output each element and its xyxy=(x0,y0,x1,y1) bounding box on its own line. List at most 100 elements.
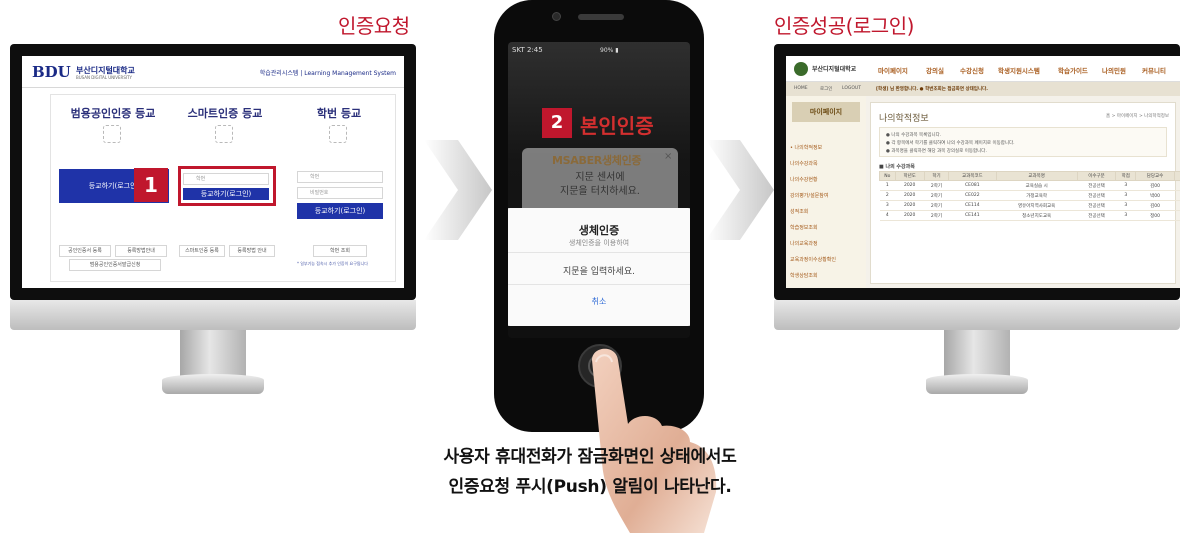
cell[interactable]: 교육실습 시 xyxy=(996,180,1078,191)
request-title: 인증요청 xyxy=(338,14,410,38)
phone-lock-screen: SKT 2:45 90% ▮ 2 본인인증 MSABER생체인증 × 지문 센서… xyxy=(508,42,690,338)
menu-student-support[interactable]: 학생지원시스템 xyxy=(998,65,1040,75)
menu-mypage[interactable]: 마이페이지 xyxy=(878,65,908,75)
col-code: 교과목코드 xyxy=(948,171,997,181)
password-input[interactable]: 비밀번호 xyxy=(297,187,383,199)
login-header: BDU 부산디지털대학교 BUSAN DIGITAL UNIVERSITY 학습… xyxy=(22,56,404,88)
caption-line-1: 사용자 휴대전화가 잠금화면인 상태에서도 xyxy=(443,447,737,467)
id-lookup-link[interactable]: 학번 조회 xyxy=(313,245,367,257)
close-icon[interactable]: × xyxy=(664,151,672,162)
cell: CE022 xyxy=(948,190,996,201)
table-header-row: No 학년도 학기 교과목코드 교과목명 이수구분 학점 담당교수 비고 xyxy=(879,171,1180,181)
left-monitor: BDU 부산디지털대학교 BUSAN DIGITAL UNIVERSITY 학습… xyxy=(10,44,416,414)
menu-registration[interactable]: 수강신청 xyxy=(960,65,984,75)
col-no: No xyxy=(879,171,896,181)
cell[interactable]: 청소년지도교육 xyxy=(996,210,1078,221)
smart-register-link[interactable]: 스마트인증 등록 xyxy=(179,245,225,257)
col-credit: 학점 xyxy=(1115,171,1137,181)
table-row[interactable]: 1 2020 2학기 CE081 교육실습 시 전공선택 3 김00 xyxy=(879,180,1180,191)
id-card-icon xyxy=(329,125,347,143)
cell: 전공선택 xyxy=(1077,210,1116,221)
certificate-icon xyxy=(103,125,121,143)
sidebar-item[interactable]: 나의수강과목 xyxy=(790,160,818,167)
table-row[interactable]: 3 2020 2학기 CE114 영유아지역사회교육 전공선택 3 김00 xyxy=(879,200,1180,211)
logout-link[interactable]: LOGOUT xyxy=(842,86,861,91)
cell: CE114 xyxy=(948,200,996,211)
sidebar-item[interactable]: 학생상담조회 xyxy=(790,272,818,279)
finger-illustration xyxy=(592,348,717,533)
dashboard-sidebar: 마이페이지 • 나의학적정보 나의수강과목 나의수강현황 강의평가/설문참여 성… xyxy=(786,96,866,288)
cert-apply-link[interactable]: 범용공인인증서발급신청 xyxy=(69,259,161,271)
login-link[interactable]: 로그인 xyxy=(820,86,832,92)
right-monitor: 부산디지털대학교 마이페이지 강의실 수강신청 학생지원시스템 학습가이드 나의… xyxy=(774,44,1180,414)
battery-status: 90% ▮ xyxy=(600,47,619,54)
breadcrumb: 홈 > 마이페이지 > 나의학적정보 xyxy=(1106,114,1169,119)
biometric-cancel-button[interactable]: 취소 xyxy=(508,296,690,307)
col-note: 비고 xyxy=(1173,171,1180,181)
sidebar-item[interactable]: 나의수강현황 xyxy=(790,176,818,183)
id-login-title: 학번 등교 xyxy=(316,107,362,120)
cell[interactable]: 가정교육학 xyxy=(996,190,1078,201)
smart-guide-link[interactable]: 등록방법 안내 xyxy=(229,245,275,257)
sidebar-item[interactable]: • 나의학적정보 xyxy=(790,144,822,151)
table-row[interactable]: 4 2020 2학기 CE141 청소년지도교육 전공선택 3 정00 xyxy=(879,210,1180,221)
identity-auth-label: 본인인증 xyxy=(580,114,654,138)
biometric-prompt: 지문을 입력하세요. xyxy=(563,267,635,277)
smartphone-icon xyxy=(215,125,233,143)
step-2-badge: 2 xyxy=(542,108,572,138)
cell xyxy=(1174,190,1180,201)
cell: 4 xyxy=(879,210,896,221)
msaber-line-2: 지문을 터치하세요. xyxy=(560,186,640,197)
cell: 3 xyxy=(1115,190,1136,201)
dashboard-screen: 부산디지털대학교 마이페이지 강의실 수강신청 학생지원시스템 학습가이드 나의… xyxy=(786,56,1180,288)
welcome-alert: [학생] 님 환영합니다. ● 학번조회는 접금화면 상태입니다. xyxy=(876,87,988,92)
cell: CE141 xyxy=(948,210,996,221)
col-course: 교과목명 xyxy=(995,171,1078,181)
university-emblem-icon xyxy=(794,62,808,76)
cell: CE081 xyxy=(948,180,996,191)
col-term: 학기 xyxy=(923,171,950,181)
bdu-logo: BDU xyxy=(32,63,71,81)
menu-community[interactable]: 커뮤니티 xyxy=(1142,65,1166,75)
id-login-button[interactable]: 등교하기(로그인) xyxy=(297,203,383,219)
cell xyxy=(1174,210,1180,221)
biometric-title: 생체인증 xyxy=(578,224,620,237)
arrow-right-icon-2 xyxy=(706,140,774,240)
sidebar-item[interactable]: 교육과정이수상황확인 xyxy=(790,256,836,263)
courses-table: No 학년도 학기 교과목코드 교과목명 이수구분 학점 담당교수 비고 1 2 xyxy=(879,171,1180,221)
sidebar-item[interactable]: 강의평가/설문참여 xyxy=(790,192,829,199)
col-professor: 담당교수 xyxy=(1135,171,1175,181)
dashboard-logo-text: 부산디지털대학교 xyxy=(812,66,857,73)
dashboard-content: 나의학적정보 홈 > 마이페이지 > 나의학적정보 ● 나의 수강과목 목록입니… xyxy=(870,102,1180,284)
col-year: 학년도 xyxy=(894,171,925,181)
cell[interactable]: 영유아지역사회교육 xyxy=(996,200,1078,211)
notice-box: ● 나의 수강과목 목록입니다. ● 각 항목에서 학기를 클릭하여 나의 수강… xyxy=(879,127,1167,157)
home-link[interactable]: HOME xyxy=(794,86,808,91)
cert-guide-link[interactable]: 등록방법안내 xyxy=(115,245,167,257)
cell: 2020 xyxy=(895,180,925,191)
msaber-line-1: 지문 센서에 xyxy=(575,172,625,183)
menu-my-requests[interactable]: 나의민원 xyxy=(1102,65,1126,75)
cell: 2학기 xyxy=(924,190,949,201)
front-camera-icon xyxy=(552,12,561,21)
step-1-badge: 1 xyxy=(134,168,168,202)
arrow-right-icon xyxy=(424,140,492,240)
cell: 1 xyxy=(879,180,896,191)
sidebar-item[interactable]: 학습정보조회 xyxy=(790,224,818,231)
sidebar-item[interactable]: 성적조회 xyxy=(790,208,808,215)
cell: 2학기 xyxy=(924,180,949,191)
success-title: 인증성공(로그인) xyxy=(774,14,914,38)
caption-line-2: 인증요청 푸시(Push) 알림이 나타난다. xyxy=(448,477,732,497)
smart-auth-highlight xyxy=(178,166,276,206)
cell: 전공선택 xyxy=(1077,180,1116,191)
cert-register-link[interactable]: 공인인증서 등록 xyxy=(59,245,111,257)
col-type: 이수구분 xyxy=(1076,171,1117,181)
sidebar-item[interactable]: 나의교육과정 xyxy=(790,240,818,247)
notice-line: ● 나의 수강과목 목록입니다. xyxy=(886,133,942,138)
menu-learning-guide[interactable]: 학습가이드 xyxy=(1058,65,1088,75)
menu-classroom[interactable]: 강의실 xyxy=(926,65,944,75)
cell: 2학기 xyxy=(924,210,949,221)
id-input[interactable]: 학번 xyxy=(297,171,383,183)
sidebar-mypage-button[interactable]: 마이페이지 xyxy=(792,102,860,122)
table-row[interactable]: 2 2020 2학기 CE022 가정교육학 전공선택 3 박00 xyxy=(879,190,1180,201)
